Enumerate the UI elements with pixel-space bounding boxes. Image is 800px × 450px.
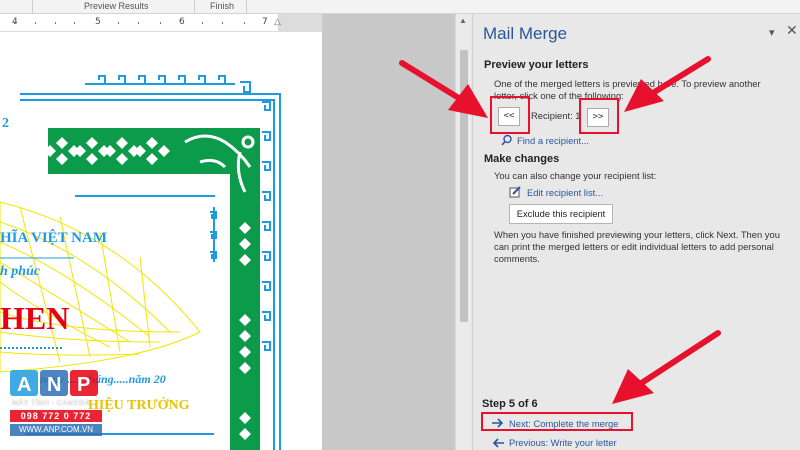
finish-instructions-line1: When you have finished previewing your l…	[494, 229, 780, 240]
edit-list-icon	[509, 186, 521, 198]
close-icon[interactable]: ✕	[786, 22, 798, 39]
logo-letter: P	[77, 374, 90, 396]
ruler-dot	[74, 22, 75, 24]
ruler-dot	[160, 22, 161, 24]
make-changes-description: You can also change your recipient list:	[494, 170, 657, 181]
ruler-dot	[35, 22, 36, 24]
chevron-down-icon[interactable]: ▾	[769, 26, 775, 39]
logo-letter: N	[47, 374, 61, 396]
ruler-label: 7	[262, 17, 268, 27]
doc-text-motto: h phúc	[0, 264, 41, 279]
horizontal-ruler[interactable]: 4 5 6 7 △	[0, 14, 322, 32]
find-recipient-link[interactable]: Find a recipient...	[517, 135, 589, 146]
ribbon-group-finish[interactable]: Finish	[210, 1, 234, 11]
highlight-next-step-link	[481, 412, 633, 431]
ruler-label: 6	[179, 17, 185, 27]
ribbon-separator	[194, 0, 195, 13]
ribbon-separator	[246, 0, 247, 13]
logo-letter: A	[17, 374, 31, 396]
arrow-left-icon	[492, 438, 504, 448]
preview-description-line1: One of the merged letters is previewed h…	[494, 78, 761, 89]
make-changes-heading: Make changes	[484, 153, 560, 165]
doc-text-number: 2	[2, 116, 9, 131]
ribbon-group-preview-results[interactable]: Preview Results	[84, 1, 149, 11]
ruler-dot	[222, 22, 223, 24]
highlight-next-button	[579, 98, 619, 134]
document-scrollbar[interactable]: ▲	[455, 14, 471, 450]
exclude-recipient-button[interactable]: Exclude this recipient	[509, 204, 613, 224]
ruler-indent-marker[interactable]: △	[274, 16, 281, 27]
ribbon-separator	[32, 0, 33, 13]
search-icon	[501, 134, 512, 146]
ruler-dot	[138, 22, 139, 24]
mail-merge-pane: Mail Merge ▾ ✕ Preview your letters One …	[472, 14, 800, 450]
logo-tagline: MÁY TÍNH - CAMERA	[12, 400, 90, 407]
logo-site: WWW.ANP.COM.VN	[10, 424, 102, 436]
doc-text-title: HEN	[0, 300, 70, 336]
recipient-label: Recipient: 1	[531, 110, 581, 121]
finish-instructions-line2: can print the merged letters or edit ind…	[494, 241, 774, 252]
ruler-margin	[278, 14, 322, 32]
anp-logo-watermark: A N P MÁY TÍNH - CAMERA 098 772 0 772 WW…	[8, 368, 108, 443]
ribbon-strip: Preview Results Finish	[0, 0, 800, 14]
doc-text-country: HĨA VIỆT NAM	[0, 230, 107, 246]
previous-step-link[interactable]: Previous: Write your letter	[509, 437, 617, 448]
pane-title: Mail Merge	[483, 24, 568, 43]
scroll-up-icon[interactable]: ▲	[459, 16, 467, 25]
scroll-thumb[interactable]	[460, 50, 468, 322]
highlight-previous-button	[490, 96, 530, 134]
ruler-dot	[244, 22, 245, 24]
ruler-dot	[118, 22, 119, 24]
preview-heading: Preview your letters	[484, 59, 589, 71]
ruler-dot	[202, 22, 203, 24]
ruler-label: 4	[12, 17, 18, 27]
ruler-label: 5	[95, 17, 101, 27]
finish-instructions-line3: comments.	[494, 253, 540, 264]
edit-recipient-list-link[interactable]: Edit recipient list...	[527, 187, 603, 198]
logo-phone: 098 772 0 772	[10, 410, 102, 422]
ruler-dot	[55, 22, 56, 24]
step-label: Step 5 of 6	[482, 398, 538, 410]
